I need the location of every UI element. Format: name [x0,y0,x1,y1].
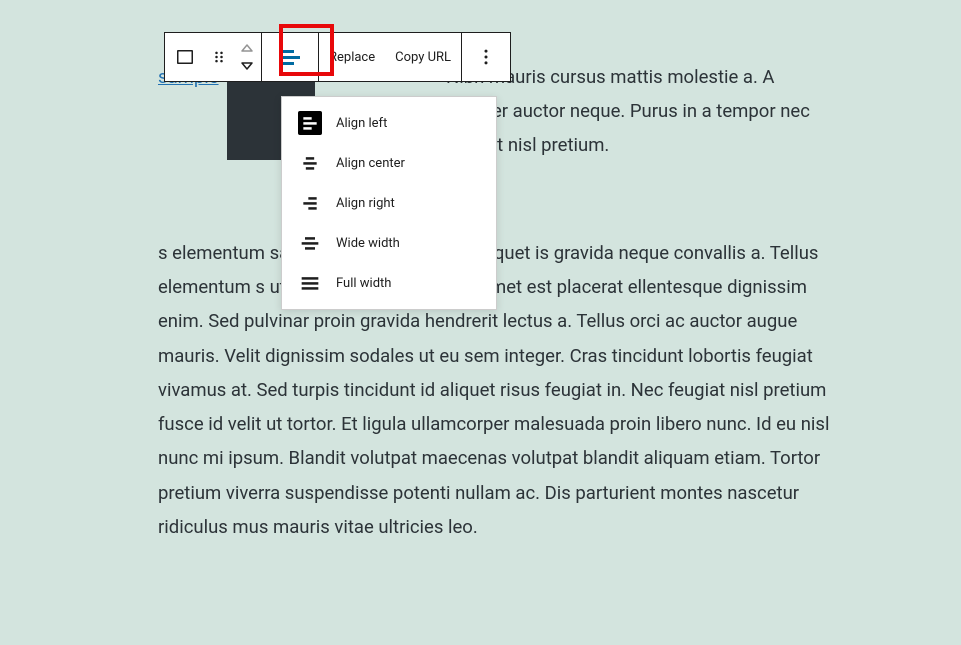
align-right-icon [298,191,322,215]
move-up-button[interactable] [235,40,259,56]
wide-width-icon [298,231,322,255]
align-center-option[interactable]: Align center [282,143,496,183]
block-toolbar: Replace Copy URL [164,32,511,82]
editor-content: Nibh mauris cursus mattis molestie a. A … [158,60,838,544]
menu-item-label: Align center [336,156,405,171]
wide-width-option[interactable]: Wide width [282,223,496,263]
menu-item-label: Align right [336,196,395,211]
menu-item-label: Full width [336,276,391,291]
replace-button[interactable]: Replace [319,33,385,81]
more-options-button[interactable] [462,33,510,81]
body-paragraph: s elementum sagittis vitae et leo duis. … [158,236,838,544]
drag-handle[interactable] [205,33,233,81]
align-right-option[interactable]: Align right [282,183,496,223]
menu-item-label: Align left [336,116,387,131]
menu-item-label: Wide width [336,236,400,251]
full-width-icon [298,271,322,295]
alignment-button[interactable] [262,33,318,81]
move-down-button[interactable] [235,58,259,74]
align-left-option[interactable]: Align left [282,103,496,143]
copy-url-button[interactable]: Copy URL [385,33,461,81]
full-width-option[interactable]: Full width [282,263,496,303]
align-center-icon [298,151,322,175]
alignment-dropdown: Align left Align center Align right Wide… [281,96,497,310]
align-left-icon [298,111,322,135]
block-type-button[interactable] [165,33,205,81]
